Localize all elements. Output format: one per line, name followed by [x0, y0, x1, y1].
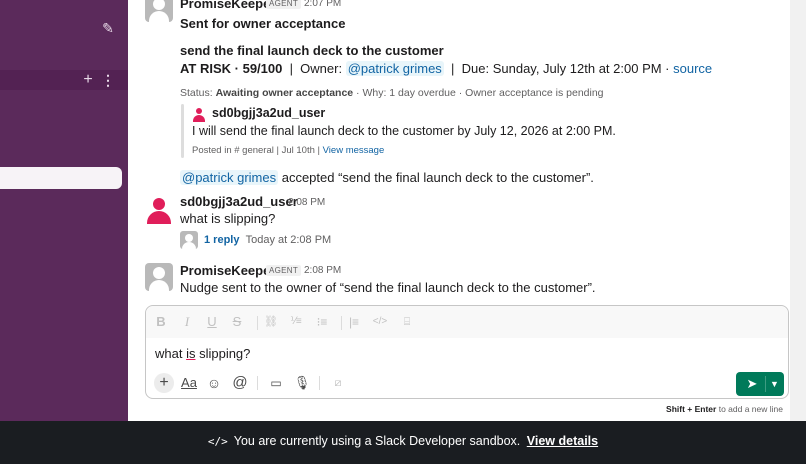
avatar[interactable] [145, 196, 173, 224]
code-icon[interactable]: </> [371, 314, 389, 330]
message-text: Nudge sent to the owner of “send the fin… [180, 280, 596, 295]
status-value: Awaiting owner acceptance [215, 87, 354, 99]
bulleted-list-icon[interactable]: ⁝≡ [313, 314, 331, 330]
banner-content: </> You are currently using a Slack Devel… [0, 421, 806, 464]
more-options-icon[interactable]: ⋮ [100, 70, 116, 90]
code-icon: </> [207, 435, 228, 448]
avatar[interactable] [145, 0, 173, 22]
status-label: Status: [180, 87, 216, 99]
app-badge: AGENT [266, 265, 302, 276]
chevron-down-icon[interactable]: ▼ [767, 375, 782, 393]
microphone-icon[interactable]: 🎙 [292, 373, 312, 393]
input-text-after: slipping? [195, 346, 251, 361]
quote-meta-text: Posted in # general | Jul 10th | [192, 145, 323, 156]
acceptance-line: @patrick grimes accepted “send the final… [180, 170, 594, 185]
reply-count-link[interactable]: 1 reply [204, 234, 239, 246]
blockquote-icon[interactable]: |≡ [345, 314, 363, 330]
promise-title: send the final launch deck to the custom… [180, 43, 444, 58]
quote-bar [181, 104, 184, 158]
quote-meta: Posted in # general | Jul 10th | View me… [192, 145, 384, 156]
status-line: Status: Awaiting owner acceptance · Why:… [180, 87, 604, 99]
send-divider [765, 376, 766, 392]
video-clip-icon[interactable]: ▭ [266, 373, 286, 393]
promise-status-line: AT RISK · 59/100 | Owner: @patrick grime… [180, 61, 712, 76]
reply-time: Today at 2:08 PM [245, 234, 332, 246]
underline-icon[interactable]: U [203, 314, 221, 330]
add-icon[interactable]: + [80, 70, 96, 90]
timestamp[interactable]: 2:08 PM [304, 265, 341, 276]
hint-text: to add a new line [716, 404, 783, 414]
toolbar-divider [257, 316, 258, 330]
formatting-toolbar: B I U S ⛓ ⅟≡ ⁝≡ |≡ </> ⌸ [146, 306, 788, 338]
message-headline: Sent for owner acceptance [180, 16, 346, 31]
quote-author[interactable]: sd0bgjj3a2ud_user [212, 106, 325, 120]
mention-icon[interactable]: @ [230, 373, 250, 393]
risk-score: AT RISK · 59/100 [180, 61, 283, 76]
app-badge: AGENT [266, 0, 302, 9]
accept-mention[interactable]: @patrick grimes [180, 170, 279, 185]
strikethrough-icon[interactable]: S [228, 314, 246, 330]
quote-text: I will send the final launch deck to the… [192, 124, 616, 138]
message-composer[interactable]: B I U S ⛓ ⅟≡ ⁝≡ |≡ </> ⌸ what is slippin… [145, 305, 789, 399]
banner-text: You are currently using a Slack Develope… [233, 434, 521, 448]
message-input[interactable]: what is slipping? [155, 346, 250, 361]
add-attachment-icon[interactable]: + [154, 373, 174, 393]
send-icon[interactable]: ➤ [743, 376, 761, 392]
avatar[interactable] [145, 263, 173, 291]
link-icon[interactable]: ⛓ [262, 314, 280, 330]
due-label: | Due: Sunday, July 12th at 2:00 PM · [443, 61, 674, 76]
view-message-link[interactable]: View message [323, 145, 385, 156]
hint-key: Shift + Enter [666, 404, 717, 414]
thread-replies[interactable]: 1 reply Today at 2:08 PM [204, 234, 331, 246]
sandbox-banner: </> You are currently using a Slack Devel… [0, 421, 806, 464]
ordered-list-icon[interactable]: ⅟≡ [287, 314, 305, 330]
composer-hint: Shift + Enter to add a new line [620, 404, 783, 414]
input-text-before: what [155, 346, 187, 361]
bold-icon[interactable]: B [152, 314, 170, 330]
toolbar-divider [341, 316, 342, 330]
owner-label: | Owner: [282, 61, 346, 76]
emoji-icon[interactable]: ☺ [204, 373, 224, 393]
author-name[interactable]: sd0bgjj3a2ud_user [180, 194, 298, 209]
timestamp[interactable]: 2:07 PM [304, 0, 341, 9]
send-button[interactable]: ➤ ▼ [736, 372, 784, 396]
quote-avatar [192, 108, 206, 122]
toolbar-divider [257, 376, 258, 390]
accept-text: accepted “send the final launch deck to … [278, 170, 594, 185]
view-details-link[interactable]: View details [527, 434, 598, 448]
code-block-icon[interactable]: ⌸ [398, 314, 416, 330]
message-text: what is slipping? [180, 211, 276, 226]
compose-icon[interactable]: ✎ [98, 18, 118, 38]
sidebar-item-active-channel[interactable] [0, 167, 122, 189]
toolbar-divider [319, 376, 320, 390]
timestamp[interactable]: 2:08 PM [288, 197, 325, 208]
sidebar: ✎ + ⋮ [0, 0, 128, 421]
source-link[interactable]: source [673, 61, 712, 76]
reply-avatar [180, 231, 198, 249]
format-text-icon[interactable]: Aa [179, 373, 199, 393]
author-name[interactable]: PromiseKeeper [180, 0, 275, 11]
italic-icon[interactable]: I [178, 314, 196, 330]
slash-command-icon[interactable]: ⧄ [328, 373, 348, 393]
author-name[interactable]: PromiseKeeper [180, 263, 275, 278]
status-reason: · Why: 1 day overdue · Owner acceptance … [353, 87, 604, 99]
owner-mention[interactable]: @patrick grimes [345, 61, 444, 76]
